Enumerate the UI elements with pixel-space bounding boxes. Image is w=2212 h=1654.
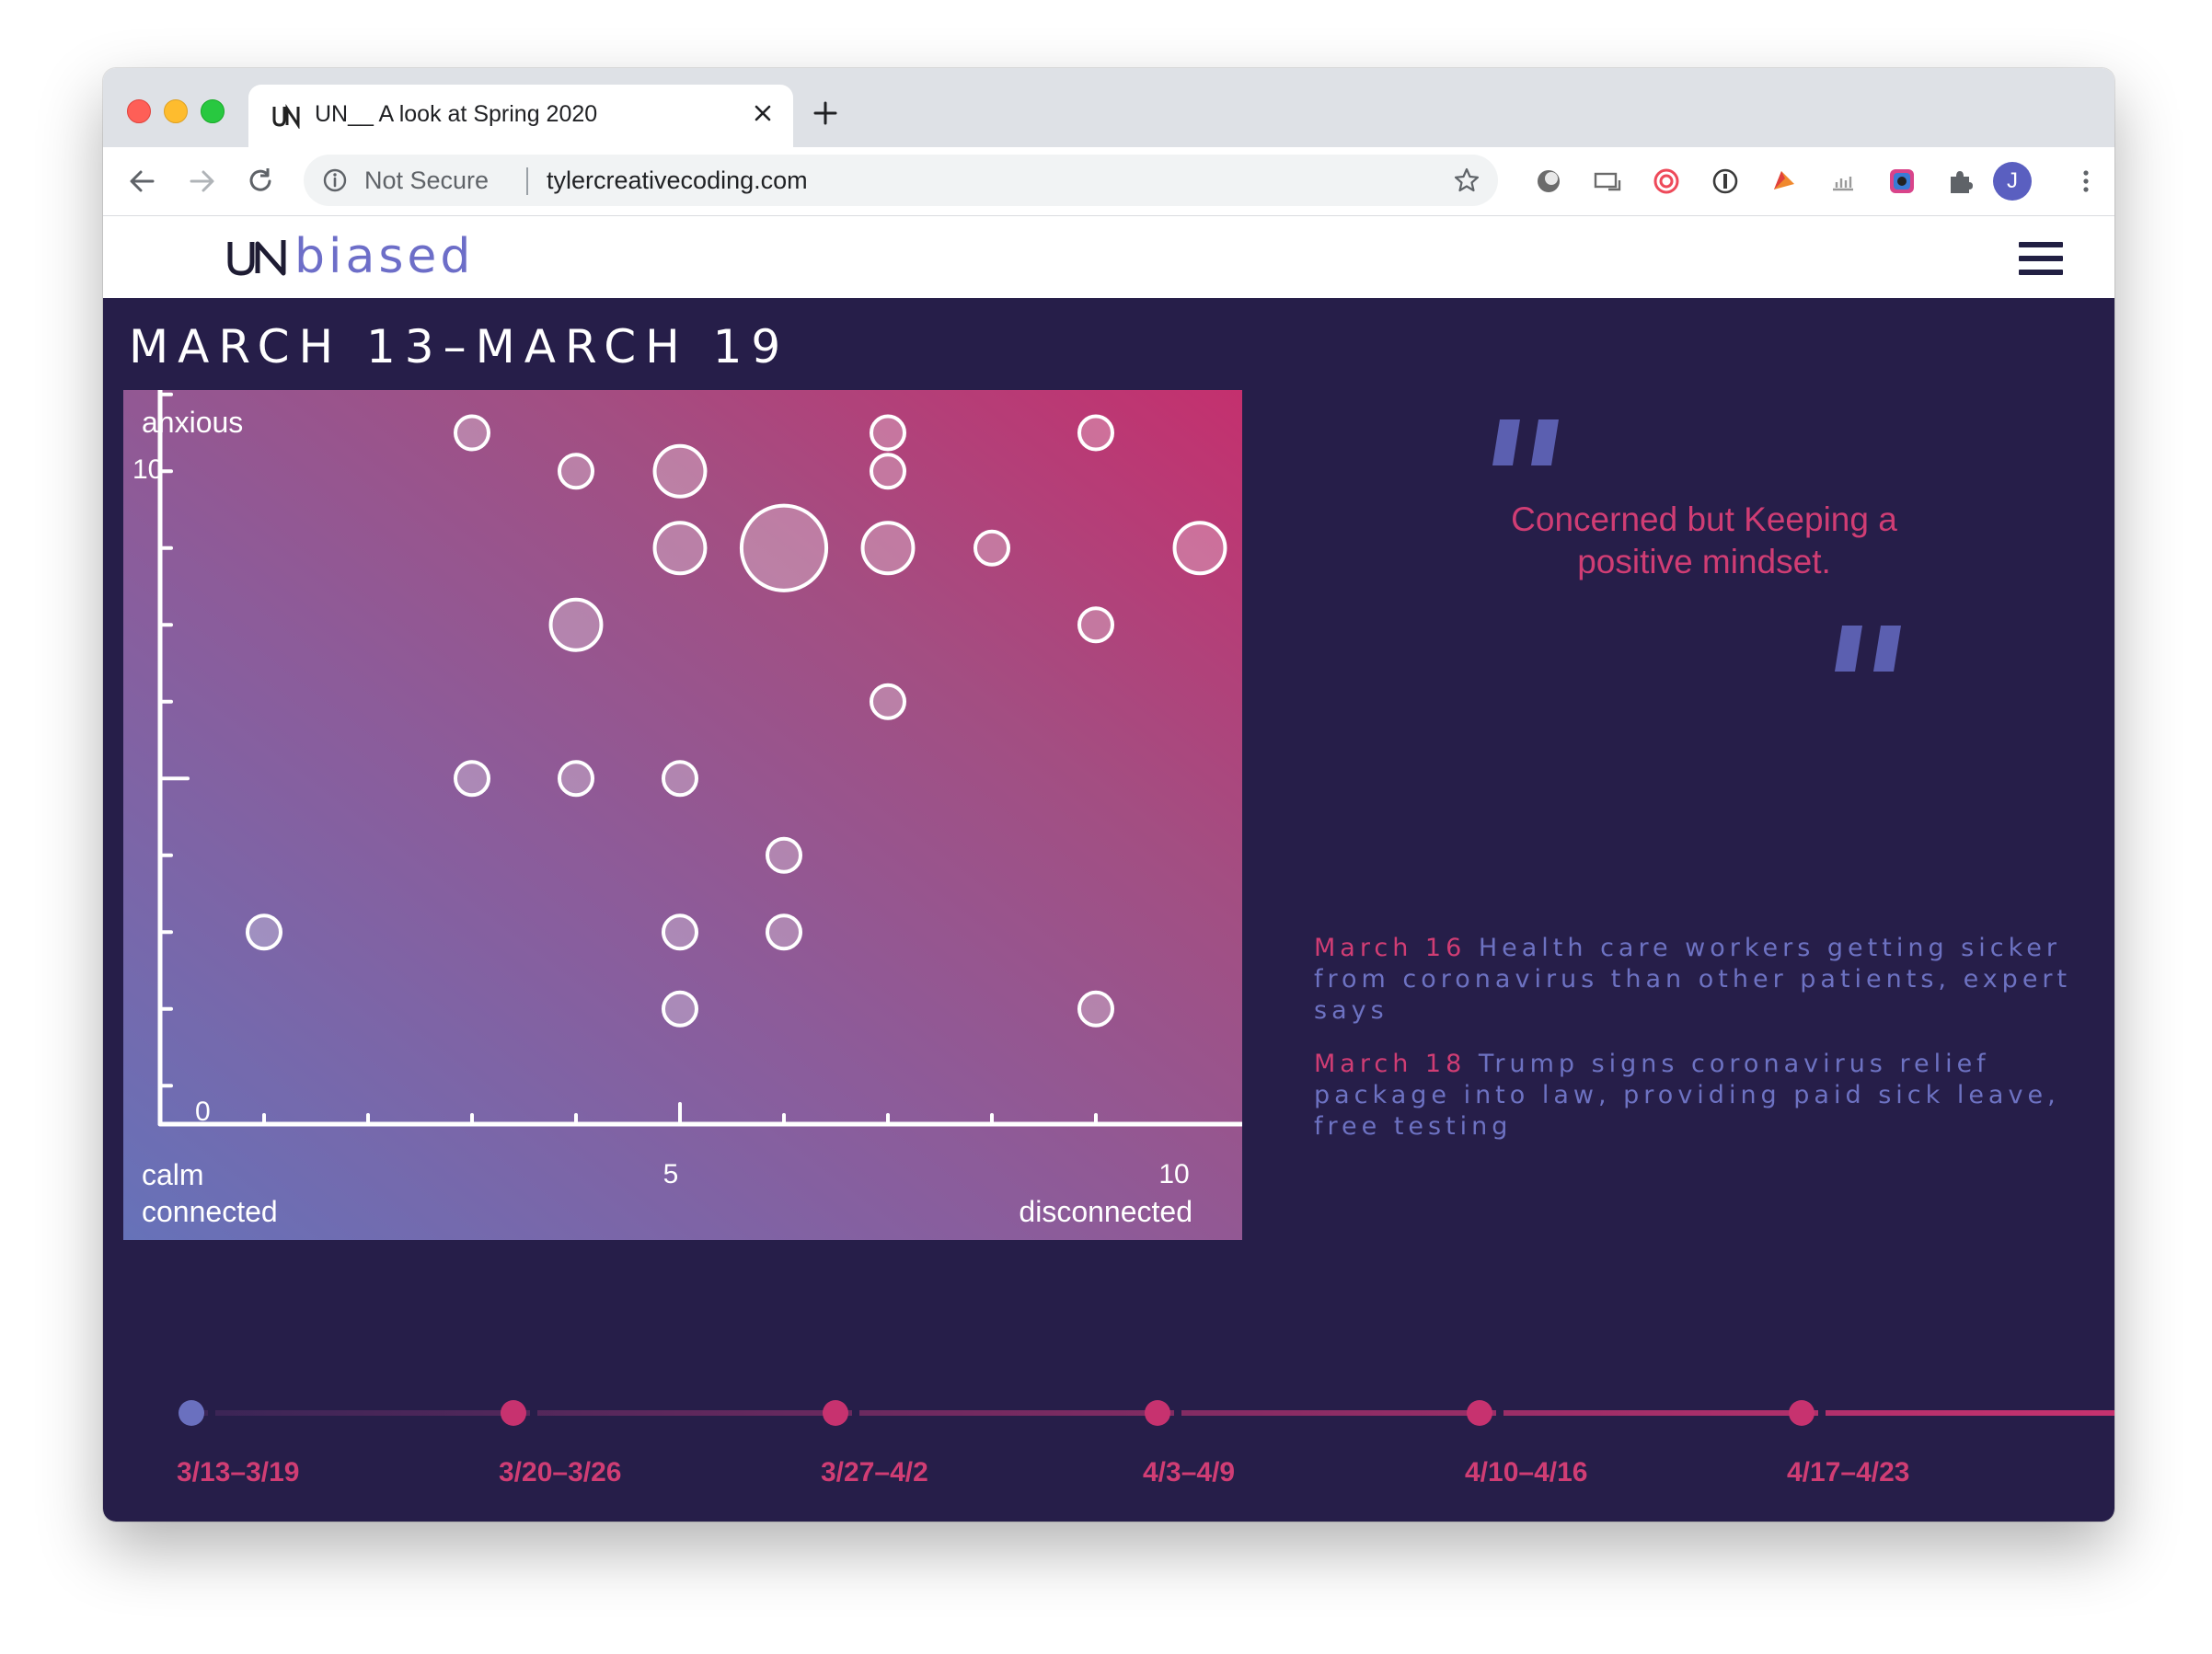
scatter-point bbox=[548, 597, 604, 652]
chart-points bbox=[246, 414, 1227, 1028]
scatter-point bbox=[860, 521, 916, 576]
logo-mark-icon bbox=[227, 240, 286, 276]
scatter-point bbox=[662, 760, 698, 798]
extension-chart-icon[interactable] bbox=[1827, 166, 1859, 197]
timeline-label-1[interactable]: 3/13–3/19 bbox=[177, 1457, 299, 1488]
timeline-label-3[interactable]: 3/27–4/2 bbox=[821, 1457, 928, 1488]
extension-color-icon[interactable] bbox=[1768, 166, 1800, 197]
x-left-label-calm: calm bbox=[142, 1158, 204, 1191]
timeline-dot[interactable] bbox=[501, 1400, 526, 1426]
info-icon[interactable] bbox=[322, 167, 348, 193]
favicon-icon bbox=[272, 104, 300, 129]
security-status: Not Secure bbox=[364, 167, 490, 194]
x-tick-mid-label: 5 bbox=[663, 1159, 679, 1189]
scatter-point bbox=[974, 529, 1010, 567]
scatter-point bbox=[766, 836, 802, 874]
timeline-gap bbox=[1174, 1407, 1181, 1419]
logo-text: biased bbox=[294, 229, 475, 284]
scatter-point bbox=[766, 913, 802, 951]
scatter-point bbox=[870, 683, 906, 720]
timeline-gap bbox=[1818, 1407, 1826, 1419]
week-title: MARCH 13–MARCH 19 bbox=[129, 320, 790, 373]
bookmark-star-icon[interactable] bbox=[1452, 166, 1481, 195]
scatter-point bbox=[662, 990, 698, 1028]
scatter-point bbox=[739, 503, 829, 592]
scatter-point bbox=[1077, 990, 1114, 1028]
headline-date: March 16 bbox=[1314, 934, 1467, 962]
url-divider bbox=[526, 167, 528, 195]
timeline-gap bbox=[208, 1407, 215, 1419]
mood-scatter-chart: anxious 10 0 calm connected 5 10 disconn… bbox=[123, 390, 1242, 1240]
scatter-point bbox=[1077, 606, 1114, 644]
scatter-point bbox=[870, 414, 906, 452]
open-quote-icon bbox=[1492, 419, 1559, 465]
featured-quote: Concerned but Keeping a positive mindset… bbox=[1511, 500, 1897, 580]
scatter-point bbox=[662, 913, 698, 951]
tab-title: UN__ A look at Spring 2020 bbox=[315, 101, 598, 127]
profile-avatar[interactable]: J bbox=[1993, 162, 2032, 201]
news-headline: March 18 Trump signs coronavirus relief … bbox=[1314, 1049, 2087, 1143]
y-top-label: anxious bbox=[142, 406, 243, 439]
extension-camera-icon[interactable] bbox=[1886, 166, 1918, 197]
new-tab-icon[interactable] bbox=[812, 99, 839, 127]
url-text[interactable]: tylercreativecoding.com bbox=[547, 167, 808, 195]
scatter-point bbox=[558, 760, 594, 798]
forward-arrow-icon[interactable] bbox=[184, 164, 219, 199]
close-quote-icon bbox=[1835, 626, 1901, 672]
scatter-point bbox=[1172, 521, 1227, 576]
scatter-point bbox=[558, 453, 594, 490]
timeline-dot[interactable] bbox=[179, 1400, 204, 1426]
minimize-window-button[interactable] bbox=[164, 99, 188, 123]
timeline-label-4[interactable]: 4/3–4/9 bbox=[1143, 1457, 1235, 1488]
address-bar[interactable]: Not Secure tylercreativecoding.com bbox=[304, 155, 1498, 206]
browser-tab-active[interactable]: UN__ A look at Spring 2020 bbox=[248, 85, 793, 147]
browser-toolbar: Not Secure tylercreativecoding.com J bbox=[103, 147, 2114, 216]
scatter-point bbox=[1077, 414, 1114, 452]
x-tick-right-label: 10 bbox=[1158, 1159, 1189, 1189]
hamburger-menu-icon[interactable] bbox=[2019, 242, 2063, 281]
reload-icon[interactable] bbox=[243, 164, 278, 199]
timeline-gap bbox=[1496, 1407, 1503, 1419]
news-headline: March 16 Health care workers getting sic… bbox=[1314, 933, 2087, 1027]
x-left-label-connected: connected bbox=[142, 1195, 278, 1228]
scatter-point bbox=[454, 760, 490, 798]
x-right-label: disconnected bbox=[1019, 1195, 1192, 1228]
week-timeline: 3/13–3/19 3/20–3/26 3/27–4/2 4/3–4/9 4/1… bbox=[103, 1384, 2114, 1503]
maximize-window-button[interactable] bbox=[201, 99, 225, 123]
extension-swirl-icon[interactable] bbox=[1651, 166, 1682, 197]
password-manager-icon[interactable] bbox=[1710, 166, 1741, 197]
timeline-dot[interactable] bbox=[1145, 1400, 1170, 1426]
scatter-point bbox=[246, 913, 282, 951]
back-arrow-icon[interactable] bbox=[125, 164, 160, 199]
more-menu-icon[interactable] bbox=[2070, 166, 2102, 197]
scatter-point bbox=[454, 414, 490, 452]
site-logo[interactable]: biased bbox=[226, 220, 474, 293]
timeline-label-5[interactable]: 4/10–4/16 bbox=[1465, 1457, 1587, 1488]
timeline-dot[interactable] bbox=[1467, 1400, 1492, 1426]
tab-strip: UN__ A look at Spring 2020 bbox=[103, 68, 2114, 147]
scatter-point bbox=[870, 453, 906, 490]
headline-date: March 18 bbox=[1314, 1050, 1467, 1078]
timeline-gap bbox=[530, 1407, 537, 1419]
main-content: MARCH 13–MARCH 19 anxious 10 0 calm conn… bbox=[103, 298, 2114, 1522]
timeline-dot[interactable] bbox=[1789, 1400, 1815, 1426]
close-window-button[interactable] bbox=[127, 99, 151, 123]
timeline-label-6[interactable]: 4/17–4/23 bbox=[1787, 1457, 1909, 1488]
scatter-point bbox=[652, 443, 708, 499]
extension-cast-icon[interactable] bbox=[1592, 166, 1623, 197]
timeline-gap bbox=[852, 1407, 859, 1419]
timeline-dot[interactable] bbox=[823, 1400, 848, 1426]
scatter-point bbox=[652, 521, 708, 576]
site-header: biased bbox=[103, 216, 2114, 298]
extension-circle-icon[interactable] bbox=[1533, 166, 1564, 197]
timeline-label-2[interactable]: 3/20–3/26 bbox=[499, 1457, 621, 1488]
puzzle-extensions-icon[interactable] bbox=[1945, 166, 1976, 197]
browser-window: UN__ A look at Spring 2020 Not Secure ty… bbox=[103, 68, 2114, 1522]
close-tab-icon[interactable] bbox=[749, 99, 777, 127]
